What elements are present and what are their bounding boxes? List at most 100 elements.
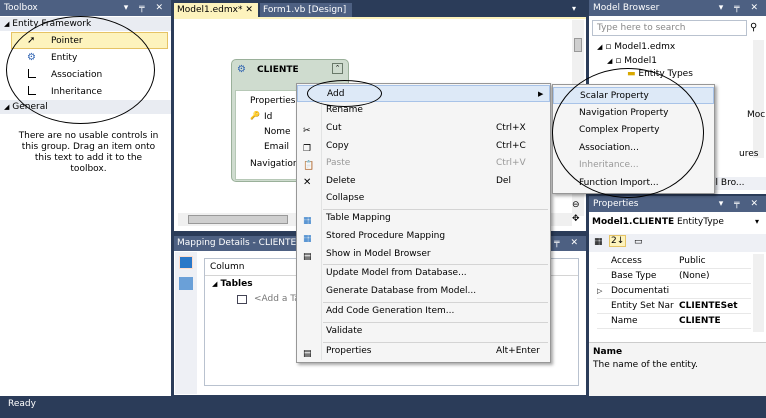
- properties-object-selector[interactable]: Model1.CLIENTE EntityType: [592, 215, 752, 230]
- context-menu: Add ▶ Rename ✂ Cut Ctrl+X ❐ Copy Ctrl+C 📋 Past…: [296, 83, 551, 363]
- map-entity-icon[interactable]: [179, 256, 193, 269]
- menu-item-copy[interactable]: ❐ Copy Ctrl+C: [297, 138, 550, 155]
- model-browser-clipped-2: ures: [739, 149, 759, 159]
- menu-label: Update Model from Database...: [326, 268, 467, 278]
- tab-dropdown-icon[interactable]: ▾: [572, 4, 576, 13]
- prop-key: Entity Set Nar: [611, 301, 674, 311]
- search-icon[interactable]: ⚲: [750, 22, 757, 33]
- menu-item-validate[interactable]: Validate: [297, 323, 550, 340]
- status-text: Ready: [8, 399, 36, 409]
- entity-prop-nome[interactable]: Nome: [264, 127, 291, 137]
- tree-label: Model1.edmx: [614, 42, 676, 52]
- key-icon: 🔑: [250, 111, 260, 120]
- categorized-icon[interactable]: ▦: [594, 237, 603, 247]
- prop-value[interactable]: CLIENTESet: [679, 299, 738, 314]
- prop-row-base-type[interactable]: Base Type (None): [597, 269, 751, 284]
- pan-icon[interactable]: ✥: [572, 214, 580, 224]
- menu-item-paste[interactable]: 📋 Paste Ctrl+V: [297, 155, 550, 172]
- prop-key: Name: [611, 316, 638, 326]
- properties-window-buttons[interactable]: ▾ ╤ ✕: [719, 196, 762, 212]
- alphabetical-icon[interactable]: 2↓: [609, 235, 627, 247]
- menu-item-stored-procedure-mapping[interactable]: ▦ Stored Procedure Mapping: [297, 228, 550, 245]
- menu-item-update-model[interactable]: Update Model from Database...: [297, 265, 550, 282]
- prop-value[interactable]: CLIENTE: [679, 314, 721, 329]
- toolbox-window-buttons[interactable]: ▾ ╤ ✕: [124, 0, 167, 16]
- zoom-out-icon[interactable]: ⊖: [572, 200, 580, 210]
- collapse-arrow-icon: ◢: [4, 103, 10, 111]
- menu-item-generate-database[interactable]: Generate Database from Model...: [297, 283, 550, 300]
- menu-item-table-mapping[interactable]: ▦ Table Mapping: [297, 210, 550, 227]
- map-function-icon[interactable]: [179, 277, 193, 290]
- entity-prop-id[interactable]: Id: [264, 112, 272, 122]
- menu-shortcut: Alt+Enter: [496, 346, 540, 356]
- menu-label: Show in Model Browser: [326, 249, 431, 259]
- model-browser-window-buttons[interactable]: ▾ ╤ ✕: [719, 0, 762, 16]
- menu-label: Properties: [326, 346, 372, 356]
- prop-row-name[interactable]: Name CLIENTE: [597, 314, 751, 329]
- prop-row-access[interactable]: Access Public: [597, 254, 751, 269]
- cut-icon: ✂: [303, 126, 311, 136]
- table-icon: [237, 295, 247, 304]
- stored-procedure-icon: ▦: [303, 234, 312, 244]
- properties-title-text: Properties: [593, 199, 639, 209]
- prop-row-documentation[interactable]: ▷ Documentati: [597, 284, 751, 299]
- prop-key: Documentati: [611, 286, 670, 296]
- close-icon[interactable]: ✕: [245, 5, 253, 15]
- menu-item-cut[interactable]: ✂ Cut Ctrl+X: [297, 120, 550, 137]
- menu-shortcut: Ctrl+C: [496, 141, 526, 151]
- search-placeholder: Type here to search: [597, 23, 686, 33]
- properties-vscroll[interactable]: [753, 254, 764, 332]
- properties-title: Properties ▾ ╤ ✕: [589, 196, 766, 212]
- entity-section-navigation[interactable]: Navigation: [250, 159, 298, 169]
- entity-collapse-button[interactable]: ⌃: [332, 63, 343, 74]
- model-browser-title-text: Model Browser: [593, 3, 660, 13]
- add-table-placeholder[interactable]: <Add a Ta: [254, 294, 300, 304]
- model-browser-icon: ▤: [303, 252, 312, 262]
- model-browser-tab[interactable]: el Bro...: [707, 177, 766, 190]
- file-icon: ▫: [605, 42, 612, 52]
- dropdown-arrow-icon[interactable]: ▾: [755, 217, 759, 226]
- menu-label: Cut: [326, 123, 342, 133]
- menu-item-delete[interactable]: ✕ Delete Del: [297, 173, 550, 190]
- entity-prop-email[interactable]: Email: [264, 142, 289, 152]
- menu-item-add-code-generation[interactable]: Add Code Generation Item...: [297, 303, 550, 320]
- mapping-title-text: Mapping Details - CLIENTE: [177, 238, 297, 248]
- menu-label: Collapse: [326, 193, 365, 203]
- mapping-tables-row[interactable]: ◢ Tables: [212, 279, 253, 289]
- prop-row-entity-set-name[interactable]: Entity Set Nar CLIENTESet: [597, 299, 751, 314]
- properties-grid: Access Public Base Type (None) ▷ Documentat…: [589, 254, 751, 332]
- menu-item-show-in-model-browser[interactable]: ▤ Show in Model Browser: [297, 246, 550, 263]
- model-browser-clipped-1: Moc: [747, 110, 766, 120]
- toolbox-empty-text: There are no usable controls in this gro…: [18, 131, 159, 174]
- entity-section-properties[interactable]: Properties: [250, 96, 295, 106]
- entity-icon: ⚙: [237, 64, 246, 75]
- tab-label: Form1.vb [Design]: [263, 5, 347, 15]
- annotation-circle-toolbox: [6, 16, 155, 124]
- expand-arrow-icon[interactable]: ▷: [597, 284, 602, 299]
- toolbox-title-text: Toolbox: [4, 3, 38, 13]
- prop-value[interactable]: Public: [679, 254, 706, 269]
- prop-value[interactable]: (None): [679, 269, 710, 284]
- mapping-header-column: Column: [210, 262, 245, 272]
- status-bar: Ready: [0, 396, 766, 418]
- menu-item-properties[interactable]: ▤ Properties Alt+Enter: [297, 343, 550, 360]
- annotation-circle-add: [307, 80, 382, 107]
- prop-key: Base Type: [611, 271, 657, 281]
- tree-item-model1[interactable]: ◢ ▫ Model1: [607, 56, 657, 66]
- property-pages-icon[interactable]: ▭: [634, 237, 643, 247]
- desc-text: The name of the entity.: [593, 360, 698, 370]
- menu-item-collapse[interactable]: Collapse: [297, 190, 550, 207]
- entity-title: CLIENTE: [257, 65, 299, 75]
- properties-icon: ▤: [303, 349, 312, 359]
- model-browser-search[interactable]: Type here to search: [592, 20, 747, 36]
- tree-item-model1-edmx[interactable]: ◢ ▫ Model1.edmx: [597, 42, 675, 52]
- properties-object-type: EntityType: [676, 217, 724, 227]
- copy-icon: ❐: [303, 144, 312, 154]
- tab-model1-edmx[interactable]: Model1.edmx* ✕: [174, 3, 258, 17]
- menu-shortcut: Ctrl+V: [496, 158, 526, 168]
- menu-label: Table Mapping: [326, 213, 391, 223]
- model-browser-title: Model Browser ▾ ╤ ✕: [589, 0, 766, 16]
- model-browser-vscroll[interactable]: [753, 40, 764, 158]
- menu-label: Generate Database from Model...: [326, 286, 477, 296]
- tab-form1-design[interactable]: Form1.vb [Design]: [260, 3, 352, 17]
